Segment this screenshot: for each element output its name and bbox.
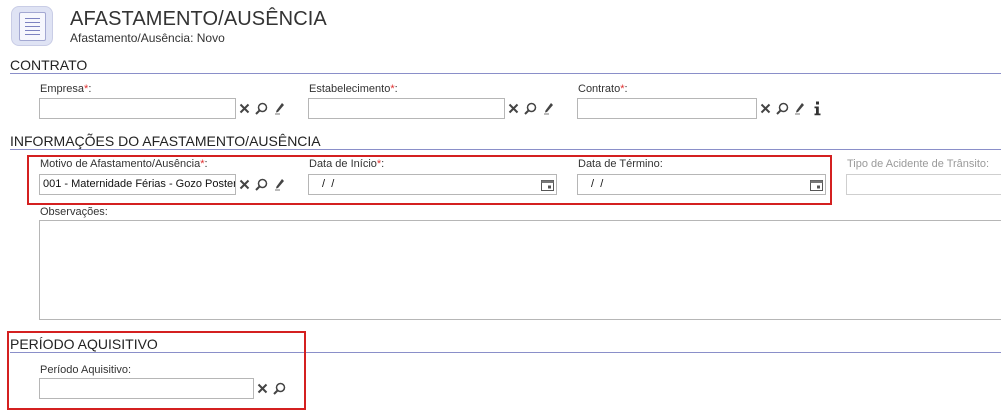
- estabelecimento-field[interactable]: [308, 98, 505, 119]
- estabelecimento-label: Estabelecimento*:: [309, 83, 398, 95]
- tipo-acidente-field[interactable]: [846, 174, 1001, 195]
- section-divider: [10, 73, 1001, 74]
- observacoes-textarea[interactable]: [39, 220, 1001, 320]
- observacoes-label: Observações:: [40, 206, 108, 218]
- info-icon[interactable]: [810, 100, 825, 117]
- edit-icon[interactable]: [272, 100, 287, 117]
- empresa-field[interactable]: [39, 98, 236, 119]
- search-icon[interactable]: [523, 100, 538, 117]
- clear-icon[interactable]: [758, 100, 773, 117]
- section-divider: [10, 149, 1001, 150]
- highlight-box-dates: [27, 155, 832, 205]
- search-icon[interactable]: [775, 100, 790, 117]
- clear-icon[interactable]: [237, 100, 252, 117]
- search-icon[interactable]: [254, 100, 269, 117]
- section-title-contrato: CONTRATO: [10, 57, 88, 73]
- clear-icon[interactable]: [506, 100, 521, 117]
- edit-icon[interactable]: [792, 100, 807, 117]
- edit-icon[interactable]: [541, 100, 556, 117]
- highlight-box-periodo: [7, 331, 306, 410]
- section-title-informacoes: INFORMAÇÕES DO AFASTAMENTO/AUSÊNCIA: [10, 133, 321, 149]
- empresa-label: Empresa*:: [40, 83, 92, 95]
- page-title: AFASTAMENTO/AUSÊNCIA: [70, 8, 327, 30]
- contrato-field[interactable]: [577, 98, 757, 119]
- contrato-label: Contrato*:: [578, 83, 628, 95]
- page-header-icon: [11, 6, 53, 46]
- tipo-acidente-label: Tipo de Acidente de Trânsito:: [847, 158, 990, 170]
- page-subtitle: Afastamento/Ausência: Novo: [70, 31, 225, 45]
